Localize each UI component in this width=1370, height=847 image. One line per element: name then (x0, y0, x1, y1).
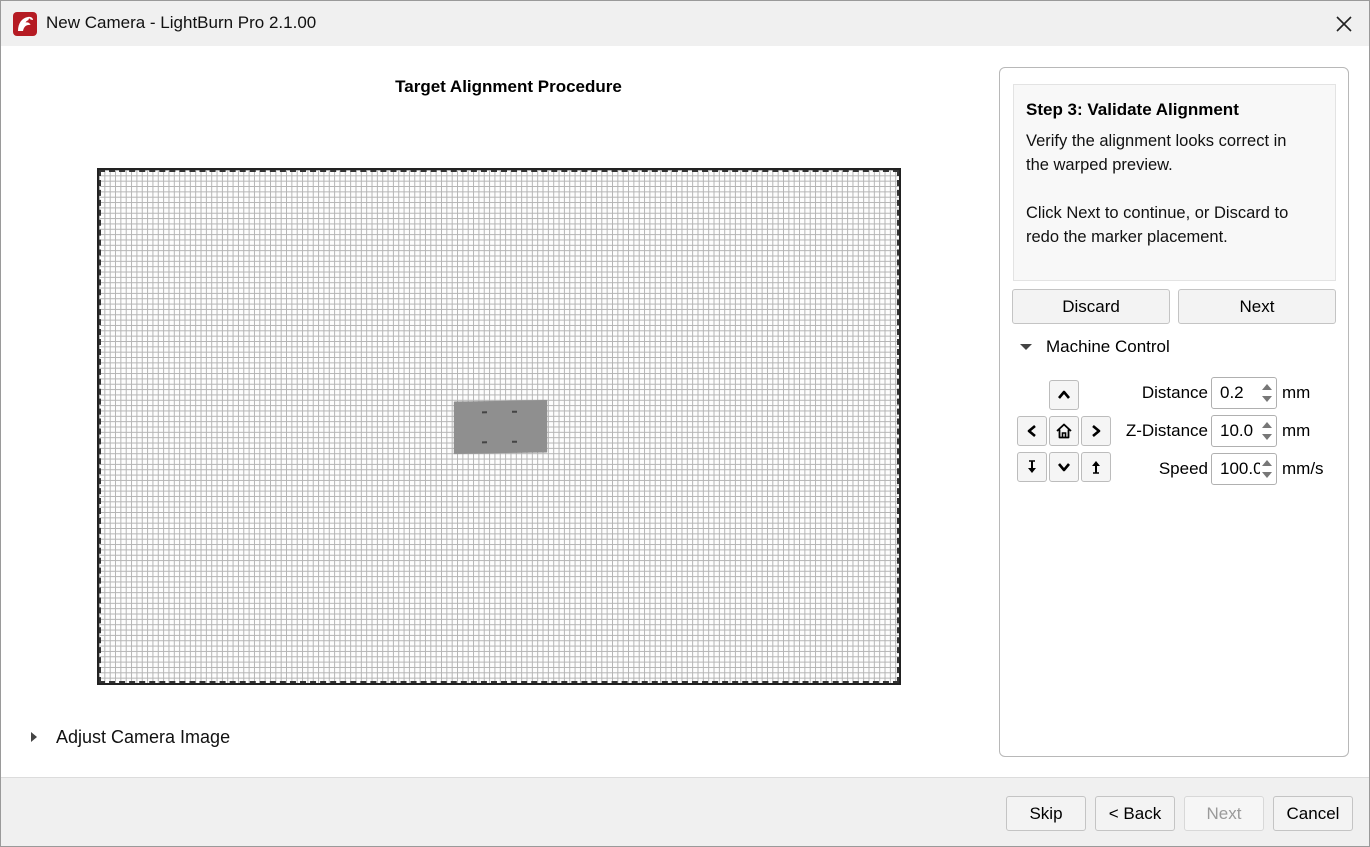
step-text-line: Click Next to continue, or Discard to (1026, 204, 1289, 222)
discard-button[interactable]: Discard (1012, 289, 1170, 324)
step-panel: Step 3: Validate Alignment Verify the al… (999, 67, 1349, 757)
distance-input[interactable] (1212, 378, 1260, 408)
speed-spinbox[interactable] (1211, 453, 1277, 485)
z-distance-spinbox[interactable] (1211, 415, 1277, 447)
footer-next-button[interactable]: Next (1184, 796, 1264, 831)
speed-input[interactable] (1212, 454, 1260, 484)
new-camera-dialog: New Camera - LightBurn Pro 2.1.00 Target… (0, 0, 1370, 847)
arrow-up-icon (1058, 390, 1070, 399)
step-text-line: redo the marker placement. (1026, 228, 1228, 246)
marker-dot (512, 410, 517, 413)
jog-home-button[interactable] (1049, 416, 1079, 446)
jog-right-button[interactable] (1081, 416, 1111, 446)
speed-unit: mm/s (1282, 459, 1324, 478)
marker-dot (482, 411, 487, 414)
jog-left-button[interactable] (1017, 416, 1047, 446)
jog-z-down-button[interactable] (1017, 452, 1047, 482)
step-title: Step 3: Validate Alignment (1026, 100, 1239, 119)
jog-z-up-button[interactable] (1081, 452, 1111, 482)
warped-camera-image (454, 400, 547, 454)
distance-spinbox[interactable] (1211, 377, 1277, 409)
z-distance-spin-arrows[interactable] (1258, 416, 1276, 446)
step-instructions: Step 3: Validate Alignment Verify the al… (1013, 84, 1336, 281)
machine-control-label: Machine Control (1046, 337, 1170, 356)
cancel-button[interactable]: Cancel (1273, 796, 1353, 831)
z-distance-unit: mm (1282, 421, 1311, 440)
distance-unit: mm (1282, 383, 1311, 402)
back-button[interactable]: < Back (1095, 796, 1175, 831)
z-distance-input[interactable] (1212, 416, 1260, 446)
arrow-right-icon (1092, 425, 1101, 437)
distance-spin-arrows[interactable] (1258, 378, 1276, 408)
lightburn-logo-icon (13, 12, 37, 36)
dialog-footer: Skip < Back Next Cancel (1, 777, 1369, 846)
adjust-camera-image-toggle[interactable]: Adjust Camera Image (31, 726, 230, 748)
close-button[interactable] (1329, 9, 1359, 39)
move-down-icon (1028, 460, 1036, 473)
window-title: New Camera - LightBurn Pro 2.1.00 (46, 13, 317, 32)
step-text-line: Verify the alignment looks correct in (1026, 132, 1287, 150)
jog-down-button[interactable] (1049, 452, 1079, 482)
dialog-content: Target Alignment Procedure Adjust Camera… (1, 46, 1369, 777)
step-text-line: the warped preview. (1026, 156, 1173, 174)
collapse-triangle-icon (1020, 344, 1032, 350)
step-next-button[interactable]: Next (1178, 289, 1336, 324)
z-distance-label: Z-Distance (1125, 421, 1208, 440)
speed-label: Speed (1158, 459, 1208, 478)
machine-control-toggle[interactable]: Machine Control (1020, 336, 1170, 358)
home-icon (1056, 423, 1072, 439)
speed-spin-arrows[interactable] (1258, 454, 1276, 484)
marker-dot (512, 440, 517, 443)
expand-triangle-icon (31, 732, 37, 742)
jog-up-button[interactable] (1049, 380, 1079, 410)
title-bar: New Camera - LightBurn Pro 2.1.00 (1, 1, 1369, 46)
move-up-icon (1092, 461, 1100, 474)
marker-dot (482, 441, 487, 444)
arrow-down-icon (1058, 463, 1070, 472)
arrow-left-icon (1027, 425, 1036, 437)
adjust-camera-image-label: Adjust Camera Image (56, 726, 231, 747)
distance-label: Distance (1141, 383, 1208, 402)
procedure-title: Target Alignment Procedure (395, 77, 622, 96)
close-icon (1336, 16, 1352, 32)
alignment-preview-grid[interactable] (97, 168, 901, 685)
skip-button[interactable]: Skip (1006, 796, 1086, 831)
